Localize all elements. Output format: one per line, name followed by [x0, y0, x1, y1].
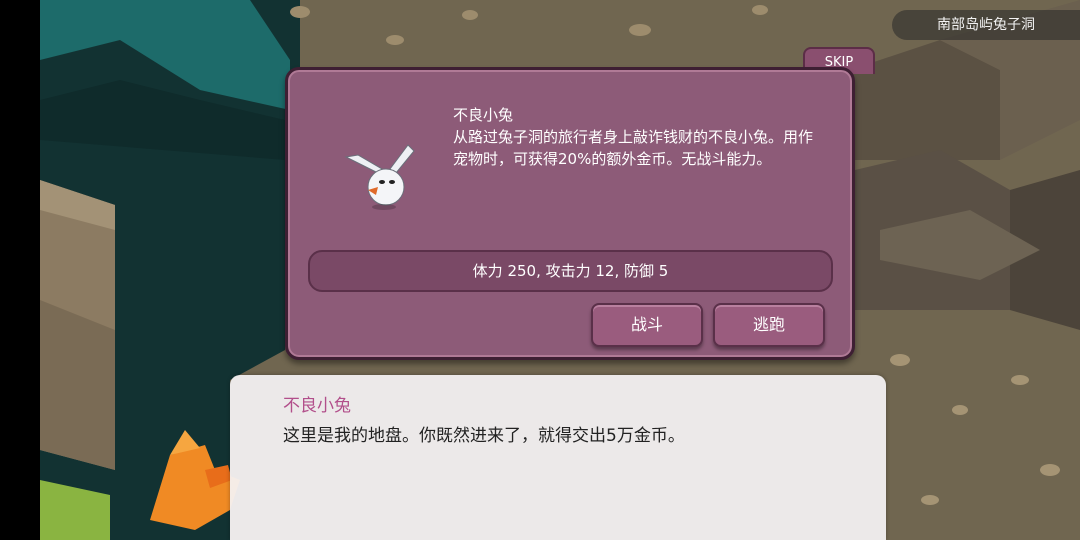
- fight-button[interactable]: 战斗: [591, 303, 703, 347]
- white-rabbit-icon: [344, 144, 415, 210]
- flee-button[interactable]: 逃跑: [713, 303, 825, 347]
- monster-info-panel: 不良小兔 从路过兔子洞的旅行者身上敲诈钱财的不良小兔。用作宠物时，可获得20%的…: [285, 67, 855, 360]
- dialog-text: 这里是我的地盘。你既然进来了，就得交出5万金币。: [283, 426, 685, 446]
- monster-description: 从路过兔子洞的旅行者身上敲诈钱财的不良小兔。用作宠物时，可获得20%的额外金币。…: [453, 128, 814, 168]
- dialog-box[interactable]: 不良小兔 这里是我的地盘。你既然进来了，就得交出5万金币。: [230, 375, 886, 540]
- location-label: 南部岛屿兔子洞: [892, 10, 1080, 40]
- left-letterbox: [0, 0, 40, 540]
- monster-name: 不良小兔: [453, 106, 514, 124]
- monster-stats: 体力 250, 攻击力 12, 防御 5: [308, 250, 833, 292]
- speaker-name: 不良小兔: [283, 396, 351, 416]
